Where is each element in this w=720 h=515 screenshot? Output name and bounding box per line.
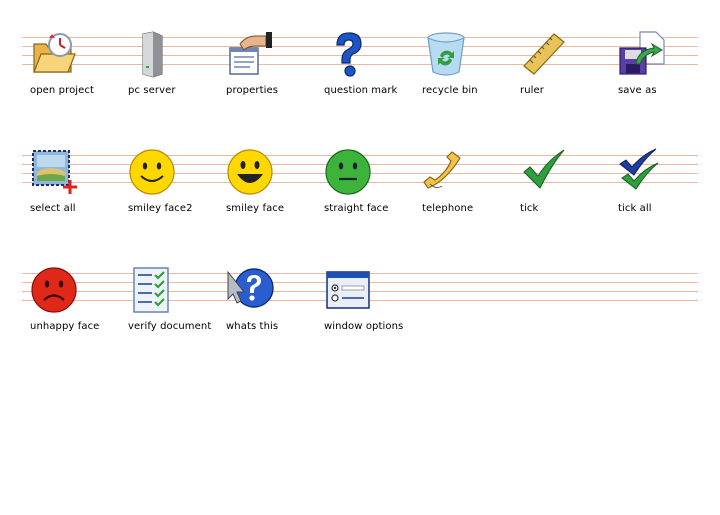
whats-this-icon [226, 266, 274, 314]
straight-face-icon [324, 148, 372, 196]
icon-tile-smiley-face2[interactable]: smiley face2 [120, 148, 218, 228]
icon-label: straight face [324, 203, 389, 214]
icon-label: pc server [128, 85, 176, 96]
ruler-icon [520, 30, 568, 78]
recycle-bin-icon [422, 30, 470, 78]
pc-server-icon [128, 30, 176, 78]
icon-tile-unhappy-face[interactable]: unhappy face [22, 266, 120, 346]
question-mark-icon [324, 30, 372, 78]
icon-tile-recycle-bin[interactable]: recycle bin [414, 30, 512, 110]
icon-label: ruler [520, 85, 544, 96]
icon-tile-ruler[interactable]: ruler [512, 30, 610, 110]
telephone-icon [422, 148, 470, 196]
icon-tile-straight-face[interactable]: straight face [316, 148, 414, 228]
select-all-icon [30, 148, 78, 196]
icon-label: save as [618, 85, 657, 96]
open-project-icon [30, 30, 78, 78]
icon-label: smiley face [226, 203, 285, 214]
unhappy-face-icon [30, 266, 78, 314]
icon-label: recycle bin [422, 85, 478, 96]
save-as-icon [618, 30, 666, 78]
window-options-icon [324, 266, 372, 314]
icon-label: telephone [422, 203, 474, 214]
icon-label: select all [30, 203, 76, 214]
icon-tile-whats-this[interactable]: whats this [218, 266, 316, 346]
icon-tile-tick-all[interactable]: tick all [610, 148, 708, 228]
icon-tile-verify-document[interactable]: verify document [120, 266, 218, 346]
icon-tile-question-mark[interactable]: question mark [316, 30, 414, 110]
tick-all-icon [618, 148, 666, 196]
icon-label: open project [30, 85, 95, 96]
icon-tile-telephone[interactable]: telephone [414, 148, 512, 228]
icon-label: verify document [128, 321, 212, 332]
icon-tile-window-options[interactable]: window options [316, 266, 414, 346]
icon-label: properties [226, 85, 279, 96]
tick-icon [520, 148, 568, 196]
verify-document-icon [128, 266, 176, 314]
icon-tile-pc-server[interactable]: pc server [120, 30, 218, 110]
icon-tile-tick[interactable]: tick [512, 148, 610, 228]
icon-label: smiley face2 [128, 203, 193, 214]
icon-label: tick all [618, 203, 652, 214]
icon-label: window options [324, 321, 404, 332]
icon-tile-properties[interactable]: properties [218, 30, 316, 110]
icon-sheet: { "icons": [ {"label": "open project"}, … [0, 0, 720, 515]
icon-tile-smiley-face[interactable]: smiley face [218, 148, 316, 228]
properties-icon [226, 30, 274, 78]
icon-label: unhappy face [30, 321, 100, 332]
icon-label: tick [520, 203, 539, 214]
icon-tile-select-all[interactable]: select all [22, 148, 120, 228]
icon-label: whats this [226, 321, 279, 332]
icon-tile-save-as[interactable]: save as [610, 30, 708, 110]
smiley-face2-icon [128, 148, 176, 196]
icon-tile-open-project[interactable]: open project [22, 30, 120, 110]
smiley-face-icon [226, 148, 274, 196]
icon-label: question mark [324, 85, 398, 96]
